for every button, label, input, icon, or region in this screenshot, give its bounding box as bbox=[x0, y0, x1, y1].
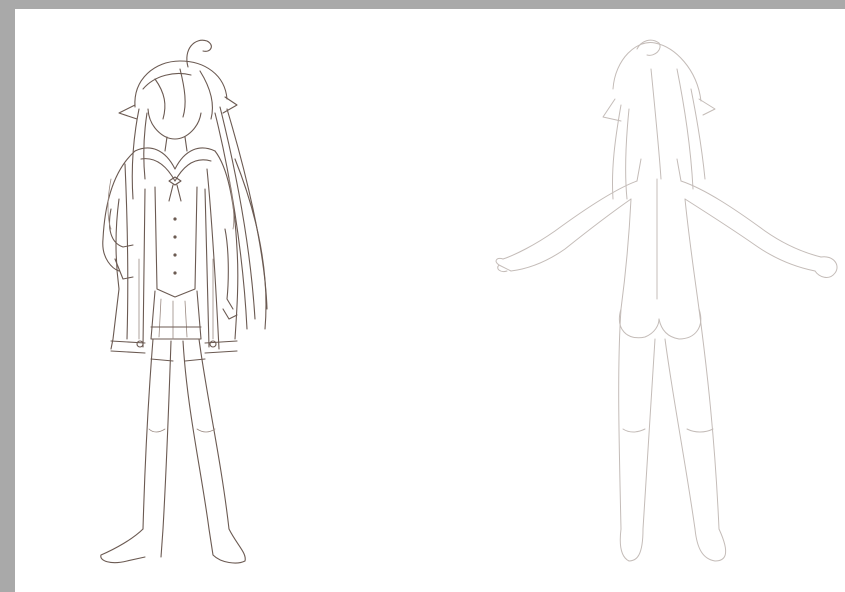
drawing-canvas[interactable] bbox=[15, 9, 845, 592]
editor-workspace bbox=[0, 0, 845, 592]
front-view-sketch bbox=[100, 39, 268, 564]
back-view-sketch bbox=[495, 39, 838, 562]
